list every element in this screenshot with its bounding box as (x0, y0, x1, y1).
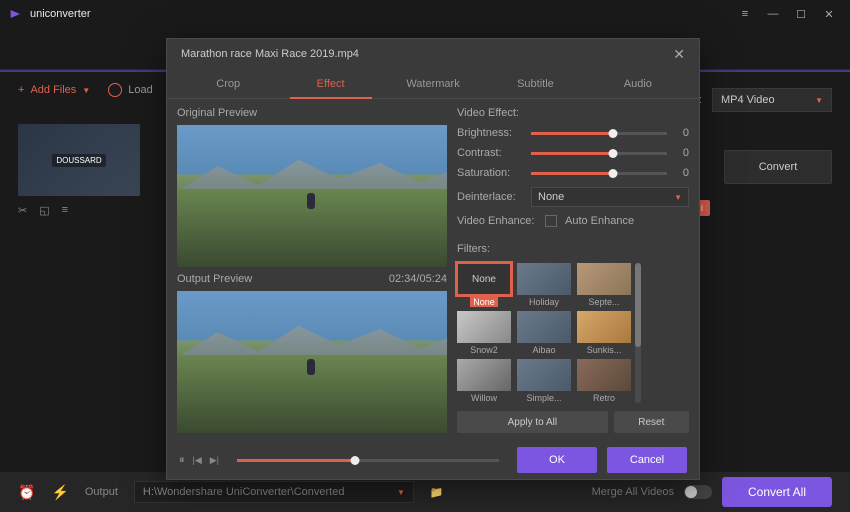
logo-icon (8, 6, 24, 22)
timecode: 02:34/05:24 (389, 273, 447, 285)
dialog-footer: ⏸ |◀ ▶| OK Cancel (167, 441, 699, 479)
output-preview (177, 291, 447, 433)
deinterlace-select[interactable]: None▼ (531, 187, 689, 207)
reset-button[interactable]: Reset (614, 411, 689, 433)
convert-button[interactable]: Convert (724, 150, 832, 184)
output-format-area: to: MP4 Video ▼ (690, 88, 832, 112)
add-files-button[interactable]: + Add Files ▼ (18, 84, 90, 96)
output-format-dropdown[interactable]: MP4 Video ▼ (712, 88, 832, 112)
controls-column: Video Effect: Brightness: 0 Contrast: 0 … (457, 107, 689, 433)
brightness-value: 0 (675, 127, 689, 139)
timeline-slider[interactable] (237, 459, 499, 462)
filters-heading: Filters: (457, 243, 689, 255)
effect-dialog: Marathon race Maxi Race 2019.mp4 ✕ Crop … (166, 38, 700, 480)
settings-icon[interactable]: ≡ (62, 204, 68, 217)
tab-audio[interactable]: Audio (587, 69, 689, 98)
dialog-close-icon[interactable]: ✕ (673, 46, 685, 63)
video-effect-heading: Video Effect: (457, 107, 689, 119)
trim-icon[interactable]: ✂ (18, 204, 27, 217)
dialog-body: Original Preview Output Preview 02:34/05:… (167, 99, 699, 441)
open-folder-icon[interactable]: 📁 (430, 486, 444, 499)
tab-effect[interactable]: Effect (279, 69, 381, 98)
original-preview (177, 125, 447, 267)
next-frame-icon[interactable]: ▶| (210, 455, 219, 466)
apply-all-button[interactable]: Apply to All (457, 411, 608, 433)
chevron-down-icon: ▼ (397, 488, 405, 497)
merge-area: Merge All Videos Convert All (592, 477, 832, 507)
window-controls: ≡ — ☐ ✕ (732, 4, 842, 24)
titlebar: uniconverter ≡ — ☐ ✕ (0, 0, 850, 28)
schedule-icon[interactable]: ⏰ (18, 484, 35, 501)
queue-item: DOUSSARD ✂ ◱ ≡ (18, 124, 158, 217)
saturation-slider[interactable] (531, 172, 667, 175)
deinterlace-label: Deinterlace: (457, 191, 523, 203)
dialog-header: Marathon race Maxi Race 2019.mp4 ✕ (167, 39, 699, 69)
dialog-filename: Marathon race Maxi Race 2019.mp4 (181, 48, 359, 60)
ok-button[interactable]: OK (517, 447, 597, 473)
playback-controls: ⏸ |◀ ▶| (179, 454, 219, 467)
tab-subtitle[interactable]: Subtitle (484, 69, 586, 98)
cancel-button[interactable]: Cancel (607, 447, 687, 473)
enhance-label: Video Enhance: (457, 215, 537, 227)
dialog-tabs: Crop Effect Watermark Subtitle Audio (167, 69, 699, 99)
record-dot-icon (108, 83, 122, 97)
close-button[interactable]: ✕ (816, 4, 842, 24)
filter-holiday[interactable]: Holiday (517, 263, 571, 307)
output-path-field[interactable]: H:\Wondershare UniConverter\Converted ▼ (134, 481, 414, 503)
play-pause-icon[interactable]: ⏸ (179, 454, 185, 467)
merge-label: Merge All Videos (592, 486, 674, 498)
original-preview-label: Original Preview (177, 107, 257, 119)
contrast-slider[interactable] (531, 152, 667, 155)
filter-willow[interactable]: Willow (457, 359, 511, 403)
prev-frame-icon[interactable]: |◀ (193, 455, 202, 466)
chevron-down-icon: ▼ (815, 96, 823, 105)
saturation-value: 0 (675, 167, 689, 179)
filter-none[interactable]: NoneNone (457, 263, 511, 307)
tab-crop[interactable]: Crop (177, 69, 279, 98)
preview-column: Original Preview Output Preview 02:34/05:… (177, 107, 447, 433)
filter-simple[interactable]: Simple... (517, 359, 571, 403)
auto-enhance-label: Auto Enhance (565, 215, 634, 227)
plus-icon: + (18, 84, 24, 96)
menu-button[interactable]: ≡ (732, 4, 758, 24)
app-logo: uniconverter (8, 6, 91, 22)
brightness-label: Brightness: (457, 127, 523, 139)
minimize-button[interactable]: — (760, 4, 786, 24)
app-name: uniconverter (30, 8, 91, 20)
filter-aibao[interactable]: Aibao (517, 311, 571, 355)
saturation-label: Saturation: (457, 167, 523, 179)
output-label: Output (85, 486, 118, 498)
output-preview-label: Output Preview (177, 273, 252, 285)
maximize-button[interactable]: ☐ (788, 4, 814, 24)
load-button[interactable]: Load (108, 83, 152, 97)
brightness-slider[interactable] (531, 132, 667, 135)
filter-snow2[interactable]: Snow2 (457, 311, 511, 355)
contrast-value: 0 (675, 147, 689, 159)
auto-enhance-checkbox[interactable] (545, 215, 557, 227)
filter-sunkiss[interactable]: Sunkis... (577, 311, 631, 355)
chevron-down-icon: ▼ (674, 193, 682, 202)
contrast-label: Contrast: (457, 147, 523, 159)
merge-toggle[interactable] (684, 485, 712, 499)
filter-retro[interactable]: Retro (577, 359, 631, 403)
convert-all-button[interactable]: Convert All (722, 477, 832, 507)
filter-buttons: Apply to All Reset (457, 411, 689, 433)
filter-grid: NoneNone Holiday Septe... Snow2 Aibao Su… (457, 263, 631, 403)
queue-thumbnail[interactable]: DOUSSARD (18, 124, 140, 196)
filter-september[interactable]: Septe... (577, 263, 631, 307)
crop-icon[interactable]: ◱ (39, 204, 49, 217)
filter-scrollbar[interactable] (635, 263, 641, 403)
gpu-accel-icon[interactable]: ⚡ (51, 484, 68, 501)
tab-watermark[interactable]: Watermark (382, 69, 484, 98)
chevron-down-icon: ▼ (82, 86, 90, 95)
queue-tools: ✂ ◱ ≡ (18, 204, 158, 217)
